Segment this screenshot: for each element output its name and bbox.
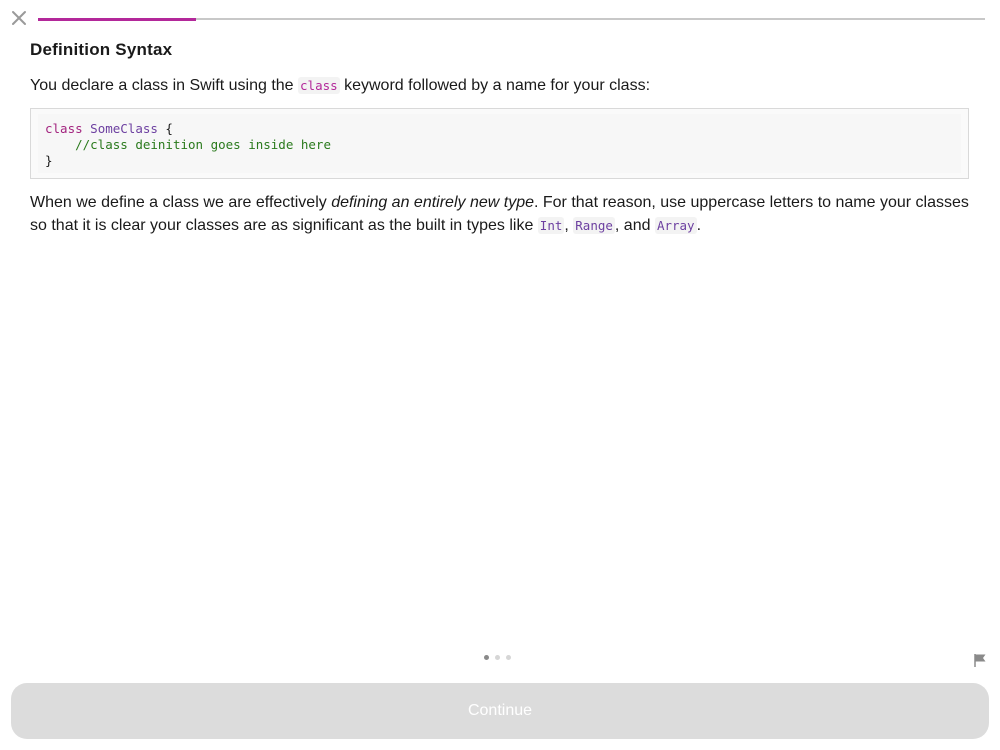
code-content: class SomeClass { //class deinition goes…	[38, 114, 961, 173]
explanation-text-end: .	[696, 217, 702, 234]
code-type-name: SomeClass	[90, 121, 158, 136]
code-keyword: class	[45, 121, 83, 136]
intro-text-after: keyword followed by a name for your clas…	[339, 77, 651, 94]
progress-bar-fill	[38, 17, 197, 21]
code-open-brace: {	[157, 121, 173, 136]
inline-code-range: Range	[573, 217, 615, 234]
explanation-text-before: When we define a class we are effectivel…	[30, 194, 332, 211]
close-icon[interactable]	[10, 9, 28, 27]
inline-code-array: Array	[654, 217, 697, 234]
separator-2: , and	[614, 217, 655, 234]
code-close-brace: }	[45, 153, 53, 168]
page-dot	[484, 655, 489, 660]
intro-text-before: You declare a class in Swift using the	[30, 77, 299, 94]
inline-code-int: Int	[537, 217, 565, 234]
continue-button[interactable]: Continue	[11, 683, 989, 739]
inline-code-class: class	[298, 77, 340, 94]
intro-paragraph: You declare a class in Swift using the c…	[30, 74, 975, 97]
explanation-emphasis: defining an entirely new type	[331, 194, 534, 211]
separator-1: ,	[564, 217, 574, 234]
explanation-paragraph: When we define a class we are effectivel…	[30, 191, 975, 237]
progress-bar	[38, 17, 985, 21]
flag-icon[interactable]	[972, 652, 988, 668]
lesson-page: Definition Syntax You declare a class in…	[0, 0, 1000, 750]
page-dot	[506, 655, 511, 660]
page-dot	[495, 655, 500, 660]
code-comment: //class deinition goes inside here	[75, 137, 331, 152]
code-block: class SomeClass { //class deinition goes…	[30, 108, 969, 179]
lesson-title: Definition Syntax	[30, 40, 173, 59]
page-indicator	[484, 655, 511, 661]
